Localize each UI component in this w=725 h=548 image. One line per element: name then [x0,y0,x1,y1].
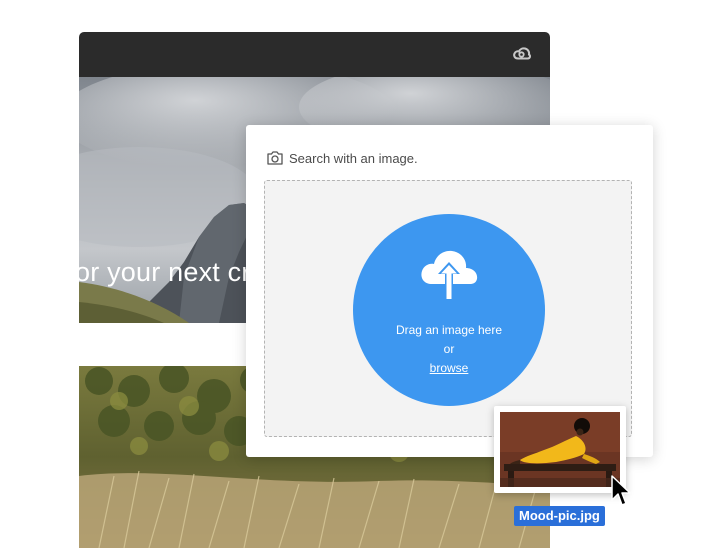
window-titlebar [79,32,550,77]
mood-pic-preview [500,412,620,487]
upload-target[interactable]: Drag an image here or browse [353,214,545,406]
panel-title: Search with an image. [289,150,418,166]
creative-cloud-icon[interactable] [512,45,532,63]
dragged-image-thumbnail[interactable] [494,406,626,493]
camera-icon [267,151,283,165]
panel-header: Search with an image. [266,148,418,168]
cloud-upload-icon [421,250,478,300]
drop-text-line1: Drag an image here [395,323,503,337]
image-drop-zone[interactable]: Drag an image here or browse [264,180,632,437]
hero-headline: or your next cre [79,257,266,287]
mouse-pointer-icon [611,475,631,506]
dragged-filename: Mood-pic.jpg [514,506,605,526]
drop-text-or: or [443,342,455,356]
drop-instructions: Drag an image here or browse [353,321,545,378]
browse-link[interactable]: browse [430,361,469,375]
